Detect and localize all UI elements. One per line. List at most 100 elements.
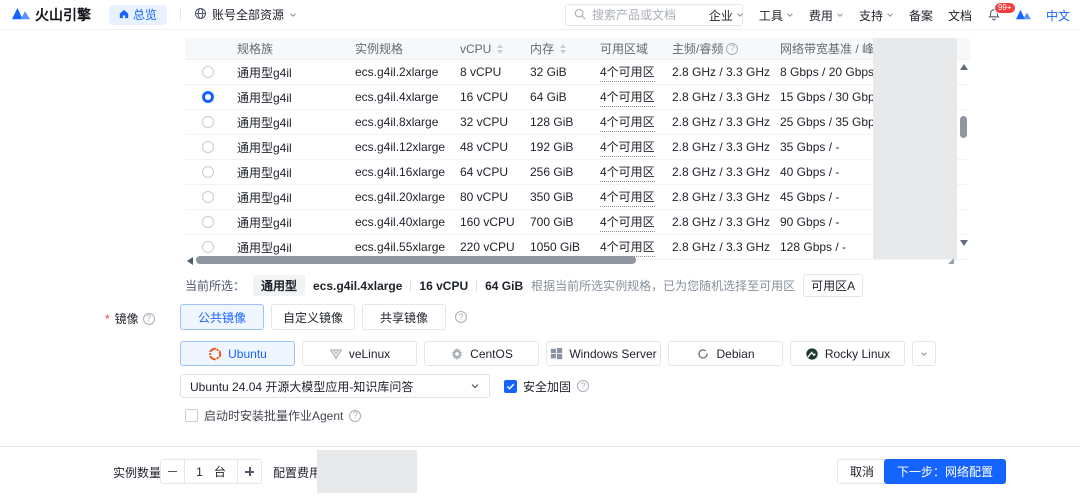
chevron-down-icon: [470, 381, 480, 391]
horizontal-scrollbar[interactable]: [185, 256, 955, 265]
increase-count-button[interactable]: [237, 459, 262, 484]
family-cell: 通用型g4il: [230, 164, 348, 181]
vcpu-cell: 32 vCPU: [453, 115, 523, 129]
os-option-button[interactable]: Debian: [668, 341, 783, 366]
vcpu-cell: 80 vCPU: [453, 190, 523, 204]
spec-table-row[interactable]: 通用型g4ilecs.g4il.4xlarge16 vCPU64 GiB4个可用…: [185, 85, 970, 110]
next-step-button[interactable]: 下一步：网络配置: [884, 459, 1006, 484]
batch-agent-row: 启动时安装批量作业Agent: [185, 407, 361, 424]
zones-link[interactable]: 4个可用区: [600, 63, 655, 82]
sort-icon[interactable]: [560, 44, 566, 54]
more-os-button[interactable]: [912, 341, 936, 366]
current-selection-bar: 当前所选： 通用型 ecs.g4il.4xlarge 16 vCPU 64 Gi…: [185, 274, 863, 297]
image-tab[interactable]: 共享镜像: [362, 304, 446, 330]
nav-menu-item[interactable]: 支持: [859, 7, 894, 24]
horizontal-scrollbar-thumb[interactable]: [196, 256, 636, 264]
notifications-button[interactable]: 99+: [987, 7, 1001, 24]
scroll-left-icon[interactable]: [187, 257, 193, 265]
chevron-down-icon: [886, 11, 894, 19]
sort-icon[interactable]: [497, 44, 503, 54]
zones-link[interactable]: 4个可用区: [600, 163, 655, 182]
decrease-count-button[interactable]: [160, 459, 185, 484]
zones-link[interactable]: 4个可用区: [600, 113, 655, 132]
user-avatar[interactable]: [1016, 8, 1031, 23]
nav-menu-item[interactable]: 费用: [809, 7, 844, 24]
row-select-radio[interactable]: [202, 166, 214, 178]
help-icon[interactable]: [726, 43, 738, 55]
spec-table-row[interactable]: 通用型g4ilecs.g4il.40xlarge160 vCPU700 GiB4…: [185, 210, 970, 235]
nav-menu-item[interactable]: 备案: [909, 7, 933, 24]
help-icon[interactable]: [577, 380, 589, 392]
row-select-radio[interactable]: [202, 216, 214, 228]
instance-count-stepper: 1 台: [160, 459, 262, 484]
image-tab[interactable]: 公共镜像: [180, 304, 264, 330]
spec-table-row[interactable]: 通用型g4ilecs.g4il.2xlarge8 vCPU32 GiB4个可用区…: [185, 60, 970, 85]
volcengine-mountain-icon: [12, 6, 30, 23]
velinux-icon: [329, 347, 343, 361]
spec-table-row[interactable]: 通用型g4ilecs.g4il.16xlarge64 vCPU256 GiB4个…: [185, 160, 970, 185]
overview-button[interactable]: 总览: [109, 5, 167, 25]
scroll-up-icon[interactable]: [960, 64, 968, 70]
os-option-button[interactable]: Windows Server: [546, 341, 661, 366]
instance-count-label: 实例数量: [113, 464, 161, 481]
os-option-button[interactable]: Rocky Linux: [790, 341, 905, 366]
row-select-radio[interactable]: [202, 141, 214, 153]
os-option-button[interactable]: Ubuntu: [180, 341, 295, 366]
vcpu-cell: 16 vCPU: [453, 90, 523, 104]
row-select-radio[interactable]: [202, 91, 214, 103]
instance-count-value[interactable]: 1 台: [184, 459, 238, 484]
help-icon[interactable]: [349, 410, 361, 422]
family-cell: 通用型g4il: [230, 89, 348, 106]
help-icon[interactable]: [455, 311, 467, 323]
spec-table-row[interactable]: 通用型g4ilecs.g4il.20xlarge80 vCPU350 GiB4个…: [185, 185, 970, 210]
nav-menu-item[interactable]: 工具: [759, 7, 794, 24]
globe-icon: [194, 7, 207, 23]
memory-cell: 1050 GiB: [523, 240, 593, 254]
spec-table-row[interactable]: 通用型g4ilecs.g4il.8xlarge32 vCPU128 GiB4个可…: [185, 110, 970, 135]
column-header: 实例规格: [348, 40, 453, 57]
image-version-value: Ubuntu 24.04 开源大模型应用-知识库问答: [190, 378, 413, 395]
os-option-button[interactable]: CentOS: [424, 341, 539, 366]
row-select-radio[interactable]: [202, 116, 214, 128]
frequency-cell: 2.8 GHz / 3.3 GHz: [665, 165, 773, 179]
vertical-scrollbar-thumb[interactable]: [960, 116, 967, 138]
image-field-label: 镜像: [105, 310, 155, 327]
plus-icon: [245, 467, 254, 476]
image-version-select[interactable]: Ubuntu 24.04 开源大模型应用-知识库问答: [180, 374, 490, 398]
vertical-scrollbar[interactable]: [957, 38, 970, 266]
nav-menu-item[interactable]: 文档: [948, 7, 972, 24]
bandwidth-cell: 15 Gbps / 30 Gbps: [773, 90, 873, 104]
zones-link[interactable]: 4个可用区: [600, 138, 655, 157]
row-select-radio[interactable]: [202, 191, 214, 203]
security-hardening-checkbox[interactable]: [504, 380, 517, 393]
row-select-radio[interactable]: [202, 66, 214, 78]
bandwidth-cell: 128 Gbps / -: [773, 240, 873, 254]
spec-cell: ecs.g4il.16xlarge: [348, 165, 453, 179]
instance-spec-table: 规格族实例规格vCPU内存可用区域主频/睿频网络带宽基准 / 峰值 通用型g4i…: [185, 38, 970, 266]
family-badge: 通用型: [253, 275, 305, 296]
batch-agent-checkbox[interactable]: [185, 409, 198, 422]
brand-logo[interactable]: 火山引擎: [12, 5, 91, 25]
language-switcher[interactable]: 中文: [1046, 7, 1070, 24]
ubuntu-icon: [208, 347, 222, 361]
vcpu-cell: 64 vCPU: [453, 165, 523, 179]
os-option-button[interactable]: veLinux: [302, 341, 417, 366]
zones-link[interactable]: 4个可用区: [600, 213, 655, 232]
spec-cell: ecs.g4il.2xlarge: [348, 65, 453, 79]
chevron-down-icon: [736, 11, 744, 19]
nav-menu-item[interactable]: 企业: [709, 7, 744, 24]
zones-link[interactable]: 4个可用区: [600, 238, 655, 257]
image-tab[interactable]: 自定义镜像: [271, 304, 355, 330]
spec-cell: ecs.g4il.4xlarge: [348, 90, 453, 104]
zones-link[interactable]: 4个可用区: [600, 188, 655, 207]
zones-link[interactable]: 4个可用区: [600, 88, 655, 107]
row-select-radio[interactable]: [202, 241, 214, 253]
scroll-down-icon[interactable]: [960, 240, 968, 246]
required-marker: [105, 312, 111, 326]
cancel-button[interactable]: 取消: [837, 459, 887, 484]
account-resources-dropdown[interactable]: 账号全部资源: [194, 6, 297, 23]
nav-divider: [180, 9, 181, 21]
help-icon[interactable]: [143, 313, 155, 325]
frequency-cell: 2.8 GHz / 3.3 GHz: [665, 115, 773, 129]
spec-table-row[interactable]: 通用型g4ilecs.g4il.12xlarge48 vCPU192 GiB4个…: [185, 135, 970, 160]
